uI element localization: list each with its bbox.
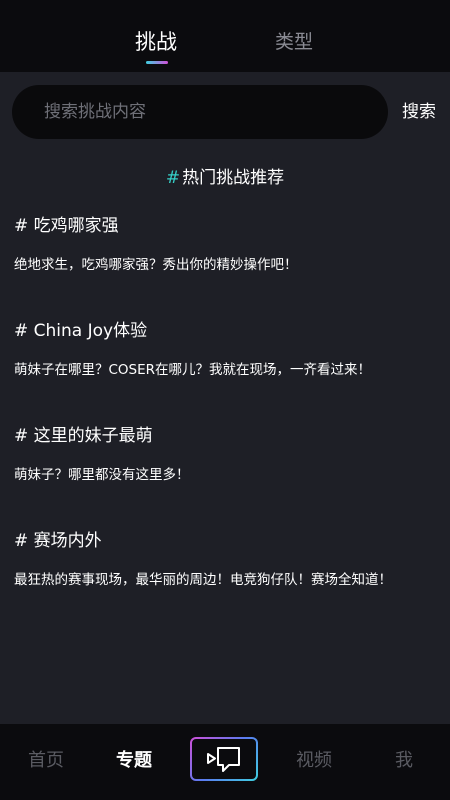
challenge-title: # China Joy体验: [14, 321, 148, 341]
tab-challenge[interactable]: 挑战: [135, 28, 177, 56]
record-video-button[interactable]: [190, 737, 258, 781]
search-box[interactable]: [12, 85, 388, 139]
nav-video[interactable]: 视频: [296, 748, 332, 774]
challenge-description: 萌妹子？哪里都没有这里多！: [14, 467, 190, 483]
challenge-description: 最狂热的赛事现场，最华丽的周边！电竞狗仔队！赛场全知道！: [14, 572, 392, 588]
app-screen: 挑战 类型 搜索 #热门挑战推荐 # 吃鸡哪家强 绝地求生，吃鸡哪家强？秀出你的…: [0, 0, 450, 800]
heading-title: 热门挑战推荐: [182, 168, 285, 188]
challenge-item[interactable]: # 这里的妹子最萌 萌妹子？哪里都没有这里多！: [14, 424, 438, 529]
challenge-title: # 吃鸡哪家强: [14, 216, 119, 236]
challenge-description: 绝地求生，吃鸡哪家强？秀出你的精妙操作吧！: [14, 257, 298, 273]
tab-type[interactable]: 类型: [275, 28, 313, 56]
nav-me[interactable]: 我: [395, 748, 413, 774]
challenge-title: # 赛场内外: [14, 531, 102, 551]
search-input[interactable]: [42, 101, 366, 123]
challenge-item[interactable]: # 吃鸡哪家强 绝地求生，吃鸡哪家强？秀出你的精妙操作吧！: [14, 214, 438, 319]
challenge-list: # 吃鸡哪家强 绝地求生，吃鸡哪家强？秀出你的精妙操作吧！ # China Jo…: [14, 214, 438, 634]
bottom-nav: 首页 专题 视频 我: [0, 724, 450, 800]
video-camera-icon: [207, 747, 240, 772]
nav-home[interactable]: 首页: [28, 748, 64, 774]
challenge-item[interactable]: # 赛场内外 最狂热的赛事现场，最华丽的周边！电竞狗仔队！赛场全知道！: [14, 529, 438, 634]
active-tab-indicator: [146, 61, 168, 64]
top-tab-bar: 挑战 类型: [0, 0, 450, 72]
challenge-description: 萌妹子在哪里？COSER在哪儿？我就在现场，一齐看过来！: [14, 362, 372, 378]
heading-hash-mark: #: [165, 168, 181, 188]
challenge-title: # 这里的妹子最萌: [14, 426, 153, 446]
hot-challenges-heading: # 热门挑战推荐: [0, 166, 450, 190]
nav-topic[interactable]: 专题: [116, 748, 152, 774]
challenge-item[interactable]: # China Joy体验 萌妹子在哪里？COSER在哪儿？我就在现场，一齐看过…: [14, 319, 438, 424]
search-button[interactable]: 搜索: [402, 100, 436, 124]
